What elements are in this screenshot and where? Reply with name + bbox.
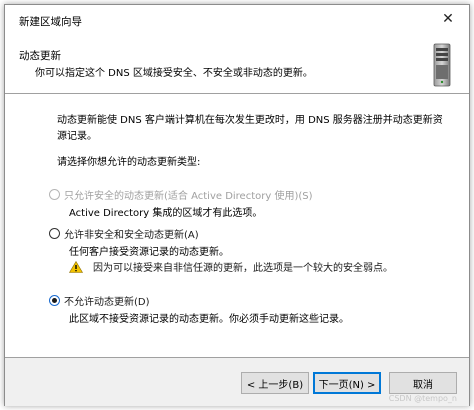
- warning-row: 因为可以接受来自非信任源的更新，此选项是一个较大的安全弱点。: [69, 259, 393, 274]
- window-title: 新建区域向导: [19, 16, 82, 28]
- warning-icon: [69, 260, 83, 273]
- radio-nonsecure-and-secure[interactable]: [49, 228, 60, 239]
- server-icon: [433, 43, 451, 87]
- cancel-button[interactable]: 取消: [389, 372, 457, 394]
- page-title: 动态更新: [19, 50, 61, 62]
- option-nonsecure-and-secure-note: 任何客户接受资源记录的动态更新。: [69, 247, 229, 258]
- option-no-dynamic[interactable]: 不允许动态更新(D): [49, 293, 150, 308]
- wizard-header: 动态更新 你可以指定这个 DNS 区域接受安全、不安全或非动态的更新。: [5, 35, 469, 93]
- warning-text: 因为可以接受来自非信任源的更新，此选项是一个较大的安全弱点。: [93, 263, 393, 274]
- option-no-dynamic-label[interactable]: 不允许动态更新(D): [64, 293, 150, 308]
- next-button[interactable]: 下一页(N) >: [313, 372, 381, 394]
- wizard-footer: < 上一步(B) 下一页(N) > 取消 CSDN @tempo_n: [5, 358, 469, 406]
- prompt-text: 请选择你想允许的动态更新类型:: [57, 157, 201, 168]
- option-secure-only: 只允许安全的动态更新(适合 Active Directory 使用)(S): [49, 187, 313, 202]
- option-secure-only-label: 只允许安全的动态更新(适合 Active Directory 使用)(S): [64, 191, 313, 202]
- radio-no-dynamic[interactable]: [49, 295, 60, 306]
- wizard-content: 动态更新能使 DNS 客户端计算机在每次发生更改时，用 DNS 服务器注册并动态…: [5, 95, 469, 357]
- close-icon[interactable]: ✕: [435, 7, 461, 31]
- page-subtitle: 你可以指定这个 DNS 区域接受安全、不安全或非动态的更新。: [35, 68, 313, 79]
- back-button[interactable]: < 上一步(B): [241, 372, 309, 394]
- title-bar: 新建区域向导 ✕: [5, 5, 469, 35]
- option-nonsecure-and-secure[interactable]: 允许非安全和安全动态更新(A): [49, 226, 199, 241]
- option-nonsecure-and-secure-label[interactable]: 允许非安全和安全动态更新(A): [64, 226, 199, 241]
- option-secure-only-note: Active Directory 集成的区域才有此选项。: [69, 208, 263, 219]
- wizard-window: 新建区域向导 ✕ 动态更新 你可以指定这个 DNS 区域接受安全、不安全或非动态…: [4, 4, 470, 406]
- description-text: 动态更新能使 DNS 客户端计算机在每次发生更改时，用 DNS 服务器注册并动态…: [57, 115, 443, 142]
- radio-secure-only: [49, 189, 60, 200]
- watermark: CSDN @tempo_n: [388, 394, 457, 403]
- option-no-dynamic-note: 此区域不接受资源记录的动态更新。你必须手动更新这些记录。: [69, 314, 349, 325]
